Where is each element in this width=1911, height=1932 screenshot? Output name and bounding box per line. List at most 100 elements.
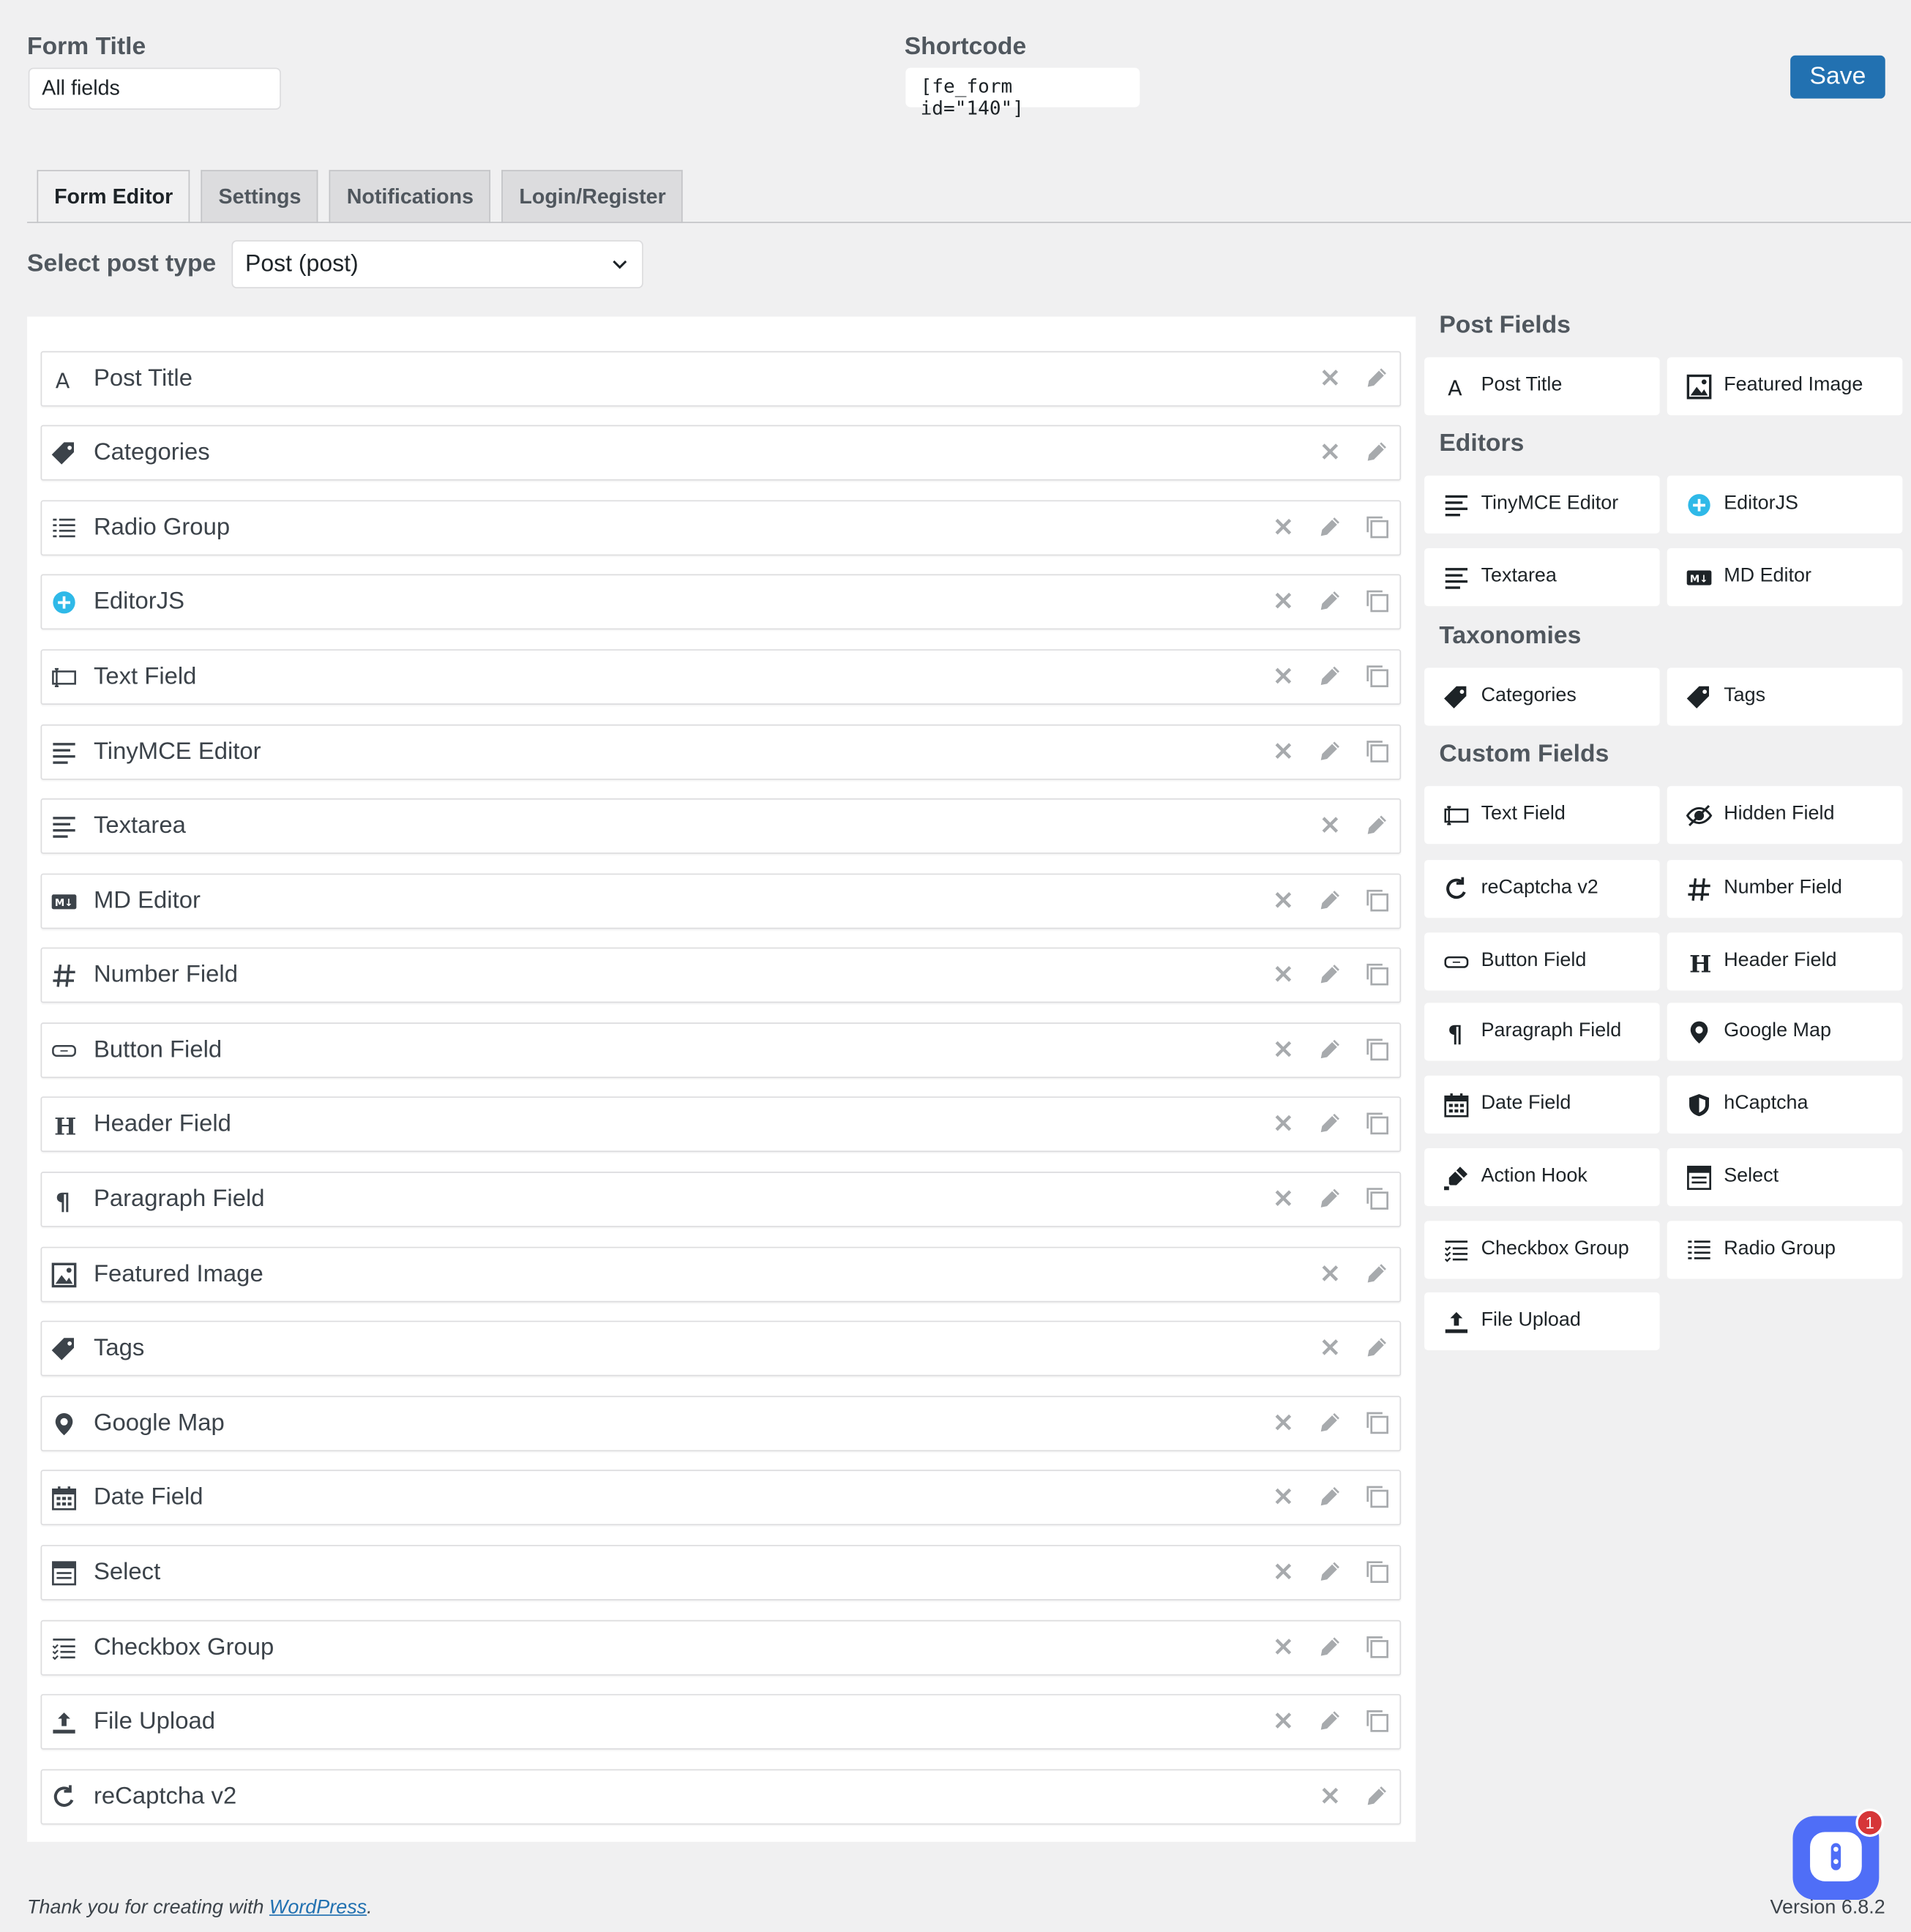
form-field-row[interactable]: EditorJS: [40, 574, 1402, 630]
edit-field-icon[interactable]: [1317, 663, 1343, 689]
tab-settings[interactable]: Settings: [201, 170, 319, 223]
form-field-row[interactable]: Button Field: [40, 1022, 1402, 1079]
form-field-row[interactable]: Featured Image: [40, 1246, 1402, 1303]
edit-field-icon[interactable]: [1317, 1409, 1343, 1435]
remove-field-icon[interactable]: [1317, 812, 1343, 837]
edit-field-icon[interactable]: [1364, 1783, 1390, 1808]
palette-add-button[interactable]: Textarea: [1424, 548, 1660, 607]
palette-add-button[interactable]: Number Field: [1667, 860, 1903, 918]
edit-field-icon[interactable]: [1364, 364, 1390, 390]
duplicate-field-icon[interactable]: [1364, 1707, 1390, 1733]
edit-field-icon[interactable]: [1317, 887, 1343, 913]
shortcode-field[interactable]: [fe_form id="140"]: [905, 67, 1140, 119]
edit-field-icon[interactable]: [1317, 1707, 1343, 1733]
form-field-row[interactable]: Categories: [40, 424, 1402, 481]
form-field-row[interactable]: Select: [40, 1545, 1402, 1600]
palette-add-button[interactable]: reCaptcha v2: [1424, 860, 1660, 918]
palette-add-button[interactable]: Google Map: [1667, 1003, 1903, 1061]
form-field-row[interactable]: Google Map: [40, 1396, 1402, 1452]
duplicate-field-icon[interactable]: [1364, 1409, 1390, 1435]
duplicate-field-icon[interactable]: [1364, 663, 1390, 689]
edit-field-icon[interactable]: [1317, 1483, 1343, 1509]
remove-field-icon[interactable]: [1317, 438, 1343, 464]
edit-field-icon[interactable]: [1364, 812, 1390, 837]
edit-field-icon[interactable]: [1317, 1110, 1343, 1136]
duplicate-field-icon[interactable]: [1364, 887, 1390, 913]
duplicate-field-icon[interactable]: [1364, 1110, 1390, 1136]
palette-add-button[interactable]: Date Field: [1424, 1075, 1660, 1134]
edit-field-icon[interactable]: [1317, 588, 1343, 613]
remove-field-icon[interactable]: [1271, 1559, 1296, 1584]
tab-login-register[interactable]: Login/Register: [501, 170, 684, 223]
tab-notifications[interactable]: Notifications: [329, 170, 491, 223]
duplicate-field-icon[interactable]: [1364, 1186, 1390, 1211]
remove-field-icon[interactable]: [1271, 1707, 1296, 1733]
form-title-input[interactable]: All fields: [28, 67, 281, 110]
duplicate-field-icon[interactable]: [1364, 738, 1390, 763]
palette-add-button[interactable]: Button Field: [1424, 932, 1660, 991]
duplicate-field-icon[interactable]: [1364, 1559, 1390, 1584]
save-button[interactable]: Save: [1790, 55, 1885, 99]
remove-field-icon[interactable]: [1271, 1110, 1296, 1136]
edit-field-icon[interactable]: [1317, 1186, 1343, 1211]
palette-add-button[interactable]: Categories: [1424, 667, 1660, 726]
form-field-row[interactable]: Radio Group: [40, 500, 1402, 556]
duplicate-field-icon[interactable]: [1364, 514, 1390, 539]
palette-add-button[interactable]: Select: [1667, 1148, 1903, 1207]
edit-field-icon[interactable]: [1317, 1036, 1343, 1062]
remove-field-icon[interactable]: [1317, 1334, 1343, 1360]
palette-add-button[interactable]: Text Field: [1424, 786, 1660, 845]
edit-field-icon[interactable]: [1364, 1260, 1390, 1286]
remove-field-icon[interactable]: [1317, 364, 1343, 390]
remove-field-icon[interactable]: [1317, 1260, 1343, 1286]
form-field-row[interactable]: H Header Field: [40, 1096, 1402, 1153]
chat-widget-button[interactable]: 1: [1792, 1808, 1885, 1900]
remove-field-icon[interactable]: [1271, 1483, 1296, 1509]
form-field-row[interactable]: Date Field: [40, 1469, 1402, 1526]
form-field-row[interactable]: Tags: [40, 1320, 1402, 1377]
palette-add-button[interactable]: Checkbox Group: [1424, 1221, 1660, 1279]
form-field-row[interactable]: File Upload: [40, 1693, 1402, 1750]
form-field-row[interactable]: Number Field: [40, 947, 1402, 1003]
duplicate-field-icon[interactable]: [1364, 1633, 1390, 1659]
palette-add-button[interactable]: EditorJS: [1667, 475, 1903, 533]
form-field-row[interactable]: ¶ Paragraph Field: [40, 1172, 1402, 1227]
wordpress-link[interactable]: WordPress: [269, 1898, 367, 1919]
form-field-row[interactable]: Textarea: [40, 798, 1402, 854]
edit-field-icon[interactable]: [1317, 514, 1343, 539]
duplicate-field-icon[interactable]: [1364, 1036, 1390, 1062]
palette-add-button[interactable]: TinyMCE Editor: [1424, 475, 1660, 533]
palette-add-button[interactable]: Action Hook: [1424, 1148, 1660, 1207]
duplicate-field-icon[interactable]: [1364, 1483, 1390, 1509]
remove-field-icon[interactable]: [1317, 1783, 1343, 1808]
duplicate-field-icon[interactable]: [1364, 588, 1390, 613]
form-field-row[interactable]: reCaptcha v2: [40, 1769, 1402, 1825]
palette-add-button[interactable]: Radio Group: [1667, 1221, 1903, 1279]
palette-add-button[interactable]: File Upload: [1424, 1292, 1660, 1351]
remove-field-icon[interactable]: [1271, 1409, 1296, 1435]
form-field-row[interactable]: M↓ MD Editor: [40, 873, 1402, 929]
edit-field-icon[interactable]: [1317, 1633, 1343, 1659]
palette-add-button[interactable]: H Header Field: [1667, 932, 1903, 991]
tab-form-editor[interactable]: Form Editor: [37, 170, 190, 223]
palette-add-button[interactable]: Featured Image: [1667, 357, 1903, 416]
remove-field-icon[interactable]: [1271, 588, 1296, 613]
palette-add-button[interactable]: hCaptcha: [1667, 1075, 1903, 1134]
palette-add-button[interactable]: Hidden Field: [1667, 786, 1903, 845]
duplicate-field-icon[interactable]: [1364, 961, 1390, 986]
post-type-select[interactable]: Post (post): [231, 240, 643, 288]
remove-field-icon[interactable]: [1271, 1633, 1296, 1659]
remove-field-icon[interactable]: [1271, 887, 1296, 913]
form-field-row[interactable]: A Post Title: [40, 351, 1402, 407]
palette-add-button[interactable]: M↓ MD Editor: [1667, 548, 1903, 607]
remove-field-icon[interactable]: [1271, 663, 1296, 689]
edit-field-icon[interactable]: [1364, 1334, 1390, 1360]
form-field-row[interactable]: Checkbox Group: [40, 1620, 1402, 1676]
edit-field-icon[interactable]: [1317, 1559, 1343, 1584]
palette-add-button[interactable]: A Post Title: [1424, 357, 1660, 416]
remove-field-icon[interactable]: [1271, 1186, 1296, 1211]
edit-field-icon[interactable]: [1317, 738, 1343, 763]
edit-field-icon[interactable]: [1317, 961, 1343, 986]
remove-field-icon[interactable]: [1271, 961, 1296, 986]
form-field-row[interactable]: TinyMCE Editor: [40, 724, 1402, 780]
